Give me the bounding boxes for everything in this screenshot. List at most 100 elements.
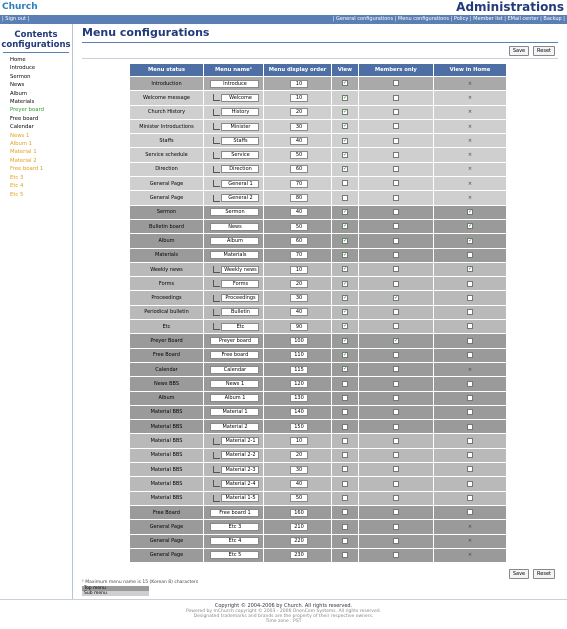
display-order-input[interactable]: 30 — [289, 294, 308, 303]
view-checkbox[interactable] — [341, 380, 348, 387]
view-checkbox[interactable] — [341, 480, 348, 487]
save-button[interactable]: Save — [508, 46, 530, 56]
view-in-home-checkbox[interactable] — [466, 394, 473, 401]
menu-name-input[interactable]: News 1 — [210, 379, 259, 388]
sidebar-item[interactable]: Free board 1 — [10, 165, 72, 173]
view-checkbox[interactable] — [341, 394, 348, 401]
view-checkbox[interactable] — [341, 165, 348, 173]
sidebar-item[interactable]: Preyer board — [10, 106, 72, 114]
members-only-checkbox[interactable] — [392, 194, 399, 201]
view-checkbox[interactable] — [341, 537, 348, 544]
members-only-checkbox[interactable] — [392, 237, 399, 244]
view-in-home-checkbox[interactable] — [466, 480, 473, 487]
sidebar-item[interactable]: Etc 5 — [10, 191, 72, 199]
signout-link[interactable]: | Sign out | — [2, 16, 29, 22]
view-in-home-checkbox[interactable] — [466, 280, 473, 287]
view-checkbox[interactable] — [341, 322, 348, 330]
menu-name-input[interactable]: Service — [221, 151, 259, 160]
menu-name-input[interactable]: Etc 3 — [210, 522, 259, 531]
view-in-home-checkbox[interactable] — [466, 423, 473, 430]
view-checkbox[interactable] — [341, 222, 348, 230]
display-order-input[interactable]: 40 — [289, 479, 308, 488]
view-checkbox[interactable] — [341, 337, 348, 344]
menu-name-input[interactable]: Proceedings — [221, 294, 259, 303]
view-checkbox[interactable] — [341, 122, 348, 130]
display-order-input[interactable]: 60 — [289, 165, 308, 174]
menu-name-input[interactable]: Welcome — [221, 93, 259, 102]
members-only-checkbox[interactable] — [392, 266, 399, 273]
view-checkbox[interactable] — [341, 237, 348, 244]
members-only-checkbox[interactable] — [392, 452, 399, 459]
members-only-checkbox[interactable] — [392, 409, 399, 416]
view-checkbox[interactable] — [341, 365, 348, 373]
display-order-input[interactable]: 40 — [289, 308, 308, 317]
menu-name-input[interactable]: Sermon — [210, 208, 259, 217]
sidebar-item[interactable]: Etc 3 — [10, 174, 72, 182]
display-order-input[interactable]: 40 — [289, 136, 308, 145]
display-order-input[interactable]: 90 — [289, 322, 308, 331]
nav-general-configurations[interactable]: | General configurations — [333, 16, 393, 22]
members-only-checkbox[interactable] — [392, 251, 399, 258]
view-in-home-checkbox[interactable] — [466, 409, 473, 416]
view-checkbox[interactable] — [341, 294, 348, 301]
brand-logo[interactable]: Church — [2, 2, 38, 12]
members-only-checkbox[interactable] — [392, 209, 399, 216]
view-checkbox[interactable] — [341, 509, 348, 516]
members-only-checkbox[interactable] — [392, 394, 399, 401]
view-checkbox[interactable] — [341, 265, 348, 273]
display-order-input[interactable]: 140 — [289, 408, 308, 417]
menu-name-input[interactable]: Material 1 — [210, 408, 259, 417]
view-checkbox[interactable] — [341, 180, 348, 187]
menu-name-input[interactable]: Calendar — [210, 365, 259, 374]
members-only-checkbox[interactable] — [392, 537, 399, 544]
members-only-checkbox[interactable] — [392, 151, 399, 158]
view-in-home-checkbox[interactable] — [466, 294, 473, 301]
view-in-home-checkbox[interactable] — [466, 323, 473, 330]
view-in-home-checkbox[interactable] — [466, 452, 473, 459]
menu-name-input[interactable]: Etc — [221, 322, 259, 331]
sidebar-item[interactable]: News — [10, 81, 72, 89]
sidebar-item[interactable]: Sermon — [10, 73, 72, 81]
sidebar-item[interactable]: Album 1 — [10, 140, 72, 148]
sidebar-item[interactable]: News 1 — [10, 132, 72, 140]
members-only-checkbox[interactable] — [392, 137, 399, 144]
nav-member-list[interactable]: | Member list — [470, 16, 503, 22]
menu-name-input[interactable]: Free board — [210, 351, 259, 360]
menu-name-input[interactable]: Material 2-1 — [221, 437, 259, 446]
menu-name-input[interactable]: Minister — [221, 122, 259, 131]
view-checkbox[interactable] — [341, 437, 348, 444]
members-only-checkbox[interactable] — [392, 80, 399, 87]
display-order-input[interactable]: 30 — [289, 465, 308, 474]
display-order-input[interactable]: 10 — [289, 93, 308, 102]
display-order-input[interactable]: 60 — [289, 236, 308, 245]
view-checkbox[interactable] — [341, 194, 348, 201]
menu-name-input[interactable]: Materials — [210, 251, 259, 260]
menu-name-input[interactable]: Introduce — [210, 79, 259, 88]
menu-name-input[interactable]: Material 2 — [210, 422, 259, 431]
view-checkbox[interactable] — [341, 251, 348, 258]
nav-menu-configurations[interactable]: | Menu configurations — [395, 16, 449, 22]
view-in-home-checkbox[interactable] — [466, 222, 473, 230]
display-order-input[interactable]: 20 — [289, 279, 308, 288]
members-only-checkbox[interactable] — [392, 294, 399, 301]
members-only-checkbox[interactable] — [392, 466, 399, 473]
display-order-input[interactable]: 50 — [289, 151, 308, 160]
members-only-checkbox[interactable] — [392, 552, 399, 559]
view-checkbox[interactable] — [341, 108, 348, 115]
display-order-input[interactable]: 160 — [289, 508, 308, 517]
view-checkbox[interactable] — [341, 552, 348, 559]
members-only-checkbox[interactable] — [392, 495, 399, 501]
view-checkbox[interactable] — [341, 351, 348, 359]
menu-name-input[interactable]: Staffs — [221, 136, 259, 145]
sidebar-item[interactable]: Material 2 — [10, 157, 72, 165]
sidebar-item[interactable]: Etc 4 — [10, 182, 72, 190]
view-in-home-checkbox[interactable] — [466, 208, 473, 216]
reset-button[interactable]: Reset — [533, 46, 555, 56]
view-checkbox[interactable] — [341, 409, 348, 416]
view-checkbox[interactable] — [341, 137, 348, 144]
display-order-input[interactable]: 30 — [289, 122, 308, 131]
members-only-checkbox[interactable] — [392, 380, 399, 387]
menu-name-input[interactable]: Bulletin — [221, 308, 259, 317]
display-order-input[interactable]: 70 — [289, 251, 308, 260]
display-order-input[interactable]: 70 — [289, 179, 308, 188]
